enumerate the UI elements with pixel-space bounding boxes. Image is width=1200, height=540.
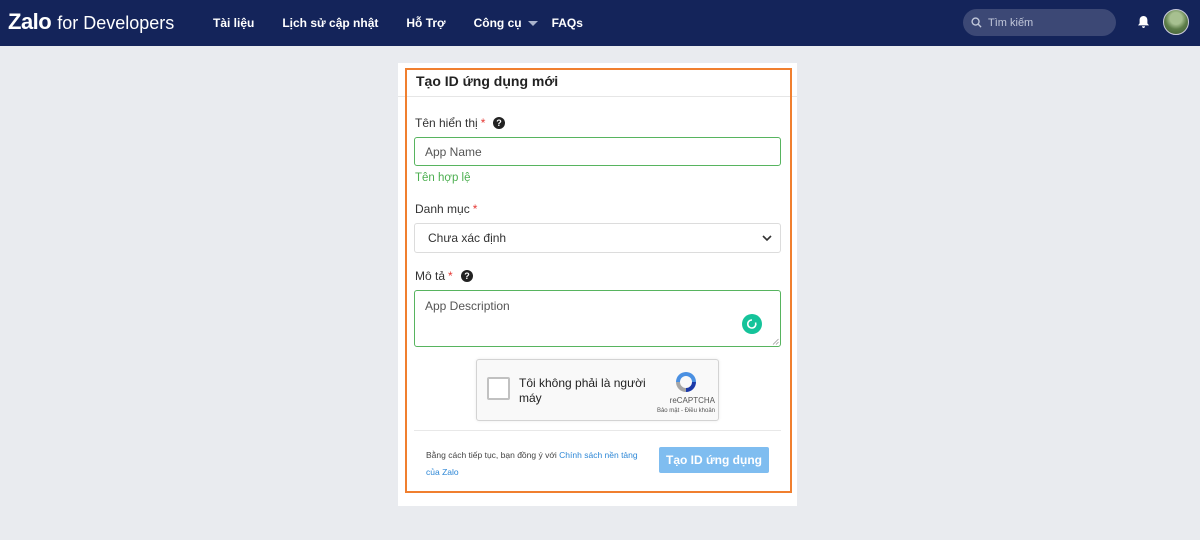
page-title: Tạo ID ứng dụng mới [416, 73, 559, 89]
required-mark: * [448, 269, 453, 283]
search-input[interactable] [988, 16, 1108, 29]
recaptcha-links[interactable]: Bảo mật - Điều khoản [477, 408, 715, 414]
grammarly-icon[interactable] [742, 314, 762, 334]
help-icon[interactable]: ? [460, 270, 473, 282]
svg-text:?: ? [497, 118, 503, 128]
terms-prefix: Bằng cách tiếp tục, bạn đồng ý với [426, 450, 557, 460]
search-bar[interactable] [963, 9, 1116, 36]
category-selected-value: Chưa xác định [428, 231, 507, 245]
description-label-text: Mô tả [415, 269, 446, 283]
terms-text: Bằng cách tiếp tục, bạn đồng ý với Chính… [426, 447, 646, 481]
category-select[interactable]: Chưa xác định [414, 223, 781, 253]
nav-support[interactable]: Hỗ Trợ [406, 16, 445, 30]
recaptcha-widget: Tôi không phải là người máy reCAPTCHA Bả… [476, 359, 719, 421]
app-name-input[interactable] [414, 137, 781, 166]
chevron-down-icon [762, 234, 772, 241]
help-icon[interactable]: ? [493, 117, 506, 129]
required-mark: * [480, 116, 486, 130]
name-label-text: Tên hiển thị [415, 116, 478, 130]
nav-changelog[interactable]: Lịch sử cập nhật [282, 16, 378, 30]
category-label: Danh mục * [415, 202, 477, 216]
create-app-id-button[interactable]: Tạo ID ứng dụng [659, 447, 769, 473]
top-navbar: Zalo for Developers Tài liệu Lịch sử cập… [0, 0, 1200, 46]
search-icon [971, 17, 982, 28]
name-label: Tên hiển thị * ? [415, 116, 506, 130]
brand-name: Zalo [8, 9, 52, 34]
svg-text:?: ? [464, 271, 470, 281]
recaptcha-brand: reCAPTCHA [669, 396, 715, 405]
recaptcha-logo-icon [676, 372, 696, 392]
nav-docs[interactable]: Tài liệu [213, 16, 254, 30]
nav-tools[interactable]: Công cụ [474, 16, 538, 30]
card-header: Tạo ID ứng dụng mới [398, 63, 797, 97]
category-label-text: Danh mục [415, 202, 470, 216]
divider [414, 430, 781, 431]
avatar[interactable] [1163, 9, 1189, 35]
bell-icon[interactable] [1137, 15, 1150, 29]
main-nav: Tài liệu Lịch sử cập nhật Hỗ Trợ Công cụ… [213, 0, 611, 46]
name-valid-message: Tên hợp lệ [415, 172, 471, 184]
nav-faqs[interactable]: FAQs [552, 16, 583, 30]
brand-logo[interactable]: Zalo for Developers [8, 9, 174, 35]
brand-suffix: for Developers [57, 13, 175, 33]
resize-grip-icon[interactable] [772, 338, 779, 345]
app-description-input[interactable] [414, 290, 781, 347]
nav-tools-label: Công cụ [473, 16, 522, 30]
create-app-card: Tạo ID ứng dụng mới Tên hiển thị * ? Tên… [398, 63, 797, 506]
required-mark: * [472, 202, 478, 216]
caret-down-icon [527, 20, 538, 26]
description-label: Mô tả * ? [415, 269, 473, 283]
